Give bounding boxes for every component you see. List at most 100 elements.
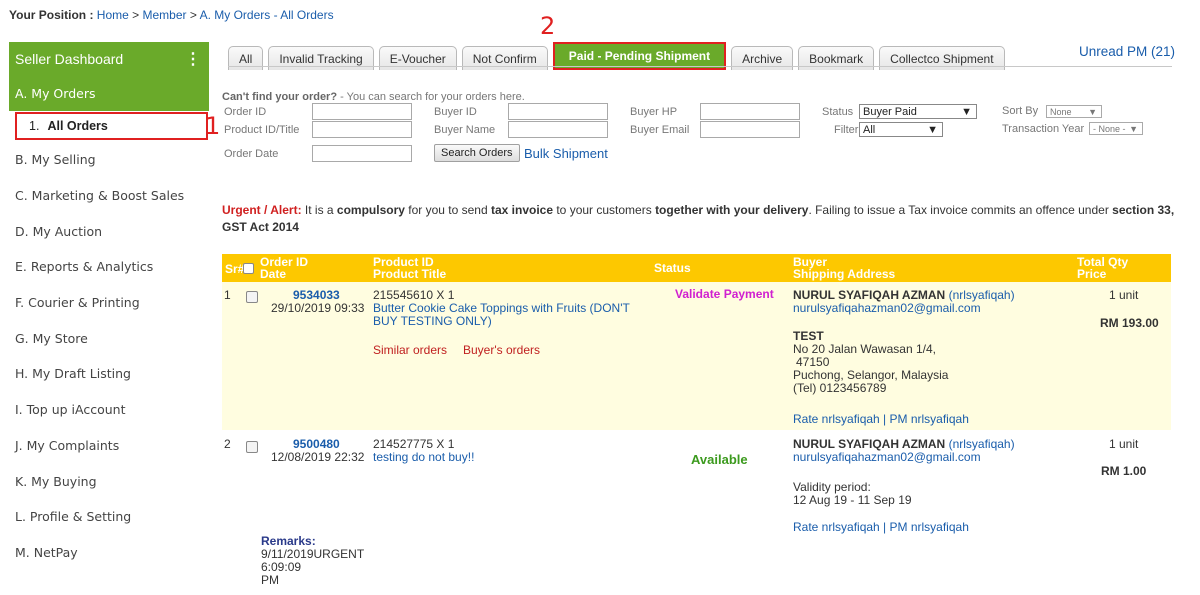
chevron-down-icon: ▼ xyxy=(1088,106,1097,117)
sidebar-item-my-store[interactable]: G. My Store xyxy=(9,320,209,356)
order-id-input[interactable] xyxy=(312,103,412,120)
sidebar-title: Seller Dashboard xyxy=(15,50,124,67)
header-shipping-address: Shipping Address xyxy=(793,267,896,281)
search-hint-bold: Can't find your order? xyxy=(222,91,338,103)
address-phone: (Tel) 0123456789 xyxy=(793,381,887,395)
sidebar-item-netpay[interactable]: M. NetPay xyxy=(9,535,209,571)
header-product-title: Product Title xyxy=(373,267,447,281)
sidebar-item-marketing[interactable]: C. Marketing & Boost Sales xyxy=(9,178,209,214)
buyer-email-link[interactable]: nurulsyafiqahazman02@gmail.com xyxy=(793,451,981,464)
status-available: Available xyxy=(691,452,748,467)
total-qty: 1 unit xyxy=(1109,437,1139,451)
order-date: 29/10/2019 09:33 xyxy=(271,301,365,315)
transaction-year-select[interactable]: - None - ▼ xyxy=(1089,122,1143,135)
sidebar-header[interactable]: Seller Dashboard ⋮ xyxy=(9,42,209,75)
rate-pm-links[interactable]: Rate nrlsyafiqah | PM nrlsyafiqah xyxy=(793,413,969,426)
status-label: Status xyxy=(822,106,854,118)
sidebar: Seller Dashboard ⋮ A. My Orders 1. All O… xyxy=(9,42,209,570)
buyer-id-input[interactable] xyxy=(508,103,608,120)
sidebar-item-my-auction[interactable]: D. My Auction xyxy=(9,213,209,249)
kebab-menu-icon[interactable]: ⋮ xyxy=(185,49,201,69)
product-title-link[interactable]: testing do not buy!! xyxy=(373,451,474,464)
buyer-hp-label: Buyer HP xyxy=(630,106,678,118)
sidebar-item-top-up[interactable]: I. Top up iAccount xyxy=(9,392,209,428)
search-orders-button[interactable]: Search Orders xyxy=(434,144,520,162)
rate-pm-links[interactable]: Rate nrlsyafiqah | PM nrlsyafiqah xyxy=(793,521,969,534)
filter-select[interactable]: All ▼ xyxy=(859,122,943,137)
sidebar-subitem-label: All Orders xyxy=(47,119,108,133)
alert-text: to your customers xyxy=(553,203,656,217)
buyer-handle-link[interactable]: (nrlsyafiqah) xyxy=(949,288,1015,302)
order-date: 12/08/2019 22:32 xyxy=(271,450,365,464)
sidebar-item-courier[interactable]: F. Courier & Printing xyxy=(9,285,209,321)
status-select[interactable]: Buyer Paid ▼ xyxy=(859,104,977,119)
row-checkbox[interactable] xyxy=(246,291,258,303)
alert-text: . Failing to issue a Tax invoice commits… xyxy=(808,203,1113,217)
sidebar-subitem-number: 1. xyxy=(29,119,40,133)
buyer-email-label: Buyer Email xyxy=(630,124,690,136)
validity-period: 12 Aug 19 - 11 Sep 19 xyxy=(793,493,912,507)
sidebar-item-my-selling[interactable]: B. My Selling xyxy=(9,142,209,178)
buyer-email-input[interactable] xyxy=(700,121,800,138)
sidebar-item-my-buying[interactable]: K. My Buying xyxy=(9,463,209,499)
row-checkbox[interactable] xyxy=(246,441,258,453)
filter-select-value: All xyxy=(863,123,876,136)
chevron-down-icon: ▼ xyxy=(927,123,938,136)
sidebar-item-profile[interactable]: L. Profile & Setting xyxy=(9,499,209,535)
total-price: RM 193.00 xyxy=(1100,316,1159,330)
buyer-name-label: Buyer Name xyxy=(434,124,496,136)
buyer-email-link[interactable]: nurulsyafiqahazman02@gmail.com xyxy=(793,302,981,315)
alert-bold: compulsory xyxy=(336,203,405,217)
row-sr: 1 xyxy=(224,288,231,302)
product-input[interactable] xyxy=(312,121,412,138)
breadcrumb: Your Position : Home > Member > A. My Or… xyxy=(9,8,334,22)
row-sr: 2 xyxy=(224,437,231,451)
buyer-hp-input[interactable] xyxy=(700,103,800,120)
callout-number-2: 2 xyxy=(540,12,556,40)
product-label: Product ID/Title xyxy=(224,124,300,136)
buyer-handle-link[interactable]: (nrlsyafiqah) xyxy=(949,437,1015,451)
breadcrumb-sep: > xyxy=(132,8,140,22)
unread-pm-link[interactable]: Unread PM (21) xyxy=(1079,44,1175,59)
search-hint: Can't find your order? - You can search … xyxy=(222,91,525,103)
status-validate-payment[interactable]: Validate Payment xyxy=(675,288,774,301)
sidebar-item-my-orders[interactable]: A. My Orders xyxy=(9,75,209,111)
header-date: Date xyxy=(260,267,287,281)
select-all-checkbox[interactable] xyxy=(243,263,254,274)
total-price: RM 1.00 xyxy=(1101,464,1147,478)
sort-select[interactable]: None ▼ xyxy=(1046,105,1102,118)
sidebar-item-complaints[interactable]: J. My Complaints xyxy=(9,428,209,464)
product-title-link[interactable]: BUY TESTING ONLY) xyxy=(373,315,492,328)
breadcrumb-current-link[interactable]: A. My Orders - All Orders xyxy=(200,8,334,22)
tabs-divider xyxy=(228,66,1172,67)
order-date-input[interactable] xyxy=(312,145,412,162)
sidebar-item-reports[interactable]: E. Reports & Analytics xyxy=(9,249,209,285)
search-hint-rest: - You can search for your orders here. xyxy=(337,91,525,103)
status-select-value: Buyer Paid xyxy=(863,105,917,118)
order-id-label: Order ID xyxy=(224,106,267,118)
remarks-line: PM xyxy=(261,573,279,587)
chevron-down-icon: ▼ xyxy=(961,105,972,118)
buyer-name-text: NURUL SYAFIQAH AZMAN xyxy=(793,437,946,451)
buyers-orders-link[interactable]: Buyer's orders xyxy=(463,344,540,357)
bulk-shipment-link[interactable]: Bulk Shipment xyxy=(524,146,608,161)
sidebar-subitem-all-orders[interactable]: 1. All Orders xyxy=(15,112,208,140)
breadcrumb-home-link[interactable]: Home xyxy=(97,8,129,22)
chevron-down-icon: ▼ xyxy=(1129,123,1138,134)
sidebar-item-draft-listing[interactable]: H. My Draft Listing xyxy=(9,356,209,392)
buyer-name-input[interactable] xyxy=(508,121,608,138)
alert-bold: together with your delivery xyxy=(655,203,809,217)
table-row: 1 9534033 29/10/2019 09:33 215545610 X 1… xyxy=(222,282,1171,430)
breadcrumb-sep: > xyxy=(189,8,197,22)
order-date-label: Order Date xyxy=(224,148,279,160)
header-status: Status xyxy=(654,261,691,275)
breadcrumb-label: Your Position : xyxy=(9,8,94,22)
breadcrumb-member-link[interactable]: Member xyxy=(143,8,187,22)
transaction-year-label: Transaction Year xyxy=(1002,123,1085,135)
similar-orders-link[interactable]: Similar orders xyxy=(373,344,447,357)
alert-bold: tax invoice xyxy=(490,203,554,217)
sort-select-value: None xyxy=(1050,106,1072,117)
alert-prefix: Urgent / Alert: xyxy=(222,203,302,217)
orders-table-header: Sr# Order ID Date Product ID Product Tit… xyxy=(222,254,1171,282)
filter-label: Filter xyxy=(834,124,859,136)
